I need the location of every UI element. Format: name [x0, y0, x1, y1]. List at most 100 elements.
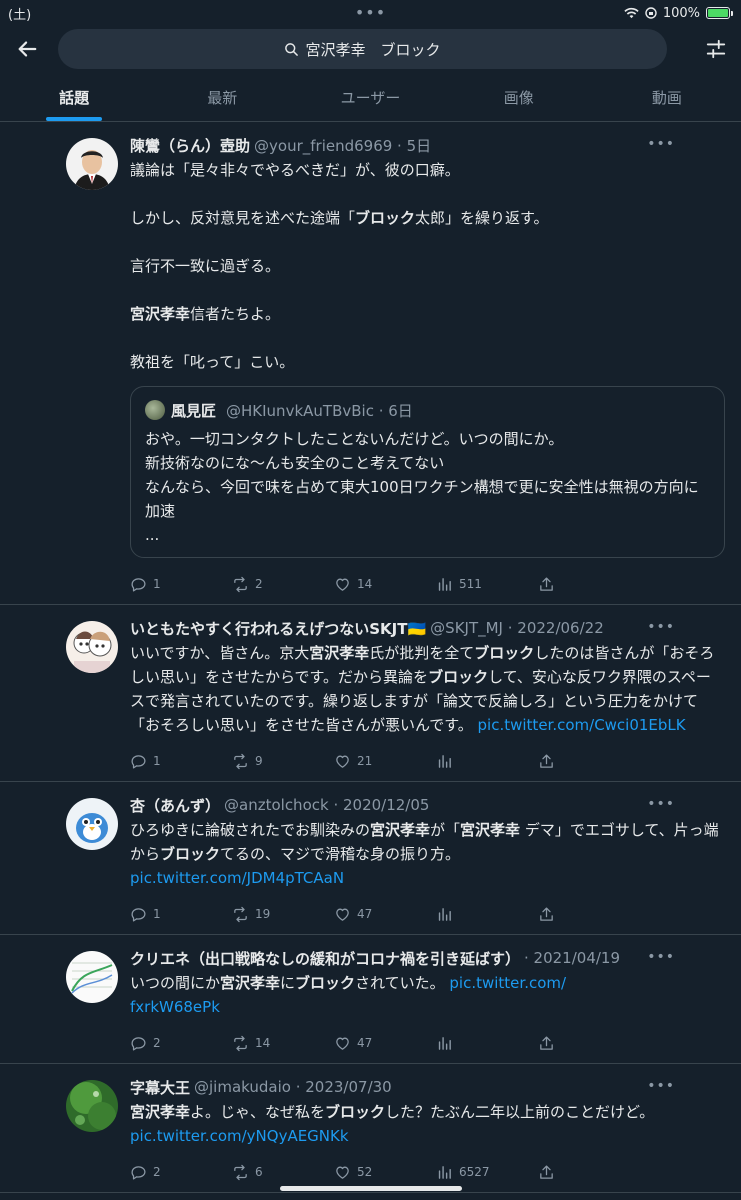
more-options-icon[interactable]: ••• — [647, 619, 675, 635]
reply-icon — [130, 753, 147, 770]
retweet-icon — [232, 1035, 249, 1052]
share-button[interactable] — [538, 576, 640, 593]
top-bar: 宮沢孝幸 ブロック — [0, 26, 741, 72]
pic-link[interactable]: pic.twitter.com/Cwci01EbLK — [478, 716, 686, 734]
like-button[interactable]: 14 — [334, 576, 436, 593]
avatar[interactable] — [66, 1080, 118, 1132]
quoted-tweet[interactable]: 風見匠 @HKIunvkAuTBvBic · 6日 おや。一切コンタクトしたことない… — [130, 386, 725, 558]
tab-images[interactable]: 画像 — [445, 74, 593, 121]
share-icon — [538, 1035, 555, 1052]
retweet-count: 6 — [255, 1165, 263, 1179]
avatar[interactable] — [66, 798, 118, 850]
tab-videos[interactable]: 動画 — [593, 74, 741, 121]
views-icon — [436, 576, 453, 593]
avatar[interactable] — [66, 138, 118, 190]
reply-button[interactable]: 1 — [130, 753, 232, 770]
more-options-icon[interactable]: ••• — [647, 136, 675, 152]
avatar — [145, 400, 165, 420]
reply-icon — [130, 1035, 147, 1052]
like-count: 14 — [357, 577, 373, 591]
battery-percent: 100% — [662, 5, 700, 21]
like-icon — [334, 753, 351, 770]
share-button[interactable] — [538, 753, 640, 770]
like-button[interactable]: 47 — [334, 1035, 436, 1052]
tweet-text: いつの間にか宮沢孝幸にブロックされていた。 pic.twitter.com/ f… — [130, 974, 567, 1016]
search-icon — [285, 42, 299, 56]
home-indicator[interactable] — [279, 1186, 462, 1191]
like-button[interactable]: 52 — [334, 1164, 436, 1181]
retweet-count: 19 — [255, 907, 271, 921]
wifi-icon — [624, 7, 639, 19]
pic-link[interactable]: pic.twitter.com/yNQyAEGNKk — [130, 1127, 349, 1145]
share-button[interactable] — [538, 1164, 640, 1181]
like-button[interactable]: 21 — [334, 753, 436, 770]
tweet[interactable]: ••• 字幕大王 @jimakudaio · 2023/07/30 宮沢孝幸よ。じゃ、… — [0, 1064, 741, 1193]
retweet-button[interactable]: 9 — [232, 753, 334, 770]
status-bar: (土) ••• 100% — [0, 0, 741, 26]
display-name[interactable]: 杏（あんず） — [130, 795, 220, 816]
reply-button[interactable]: 2 — [130, 1164, 232, 1181]
views-icon — [436, 906, 453, 923]
tweet[interactable]: ••• クリエネ（出口戦略なしの緩和がコロナ禍を引き延ばす） · 2021/04/1… — [0, 935, 741, 1064]
avatar[interactable] — [66, 621, 118, 673]
search-input[interactable]: 宮沢孝幸 ブロック — [58, 29, 667, 69]
avatar[interactable] — [66, 951, 118, 1003]
views-button[interactable] — [436, 753, 538, 770]
orientation-lock-icon — [645, 7, 657, 19]
like-count: 52 — [357, 1165, 373, 1179]
views-button[interactable] — [436, 906, 538, 923]
more-options-icon[interactable]: ••• — [647, 949, 675, 965]
tweet-actions: 1 2 14 511 — [130, 564, 725, 604]
tab-latest[interactable]: 最新 — [148, 74, 296, 121]
views-icon — [436, 753, 453, 770]
share-icon — [538, 906, 555, 923]
views-button[interactable]: 511 — [436, 576, 538, 593]
retweet-button[interactable]: 19 — [232, 906, 334, 923]
tab-top[interactable]: 話題 — [0, 74, 148, 121]
share-icon — [538, 1164, 555, 1181]
like-button[interactable]: 47 — [334, 906, 436, 923]
reply-icon — [130, 576, 147, 593]
search-tabs: 話題 最新 ユーザー 画像 動画 — [0, 74, 741, 122]
retweet-count: 2 — [255, 577, 263, 591]
display-name[interactable]: クリエネ（出口戦略なしの緩和がコロナ禍を引き延ばす） — [130, 948, 520, 969]
filter-settings-icon[interactable] — [701, 34, 731, 64]
more-options-icon[interactable]: ••• — [647, 796, 675, 812]
reply-count: 1 — [153, 754, 161, 768]
reply-button[interactable]: 2 — [130, 1035, 232, 1052]
retweet-button[interactable]: 14 — [232, 1035, 334, 1052]
views-icon — [436, 1035, 453, 1052]
reply-icon — [130, 906, 147, 923]
multitask-dots-icon[interactable]: ••• — [355, 3, 386, 22]
retweet-button[interactable]: 6 — [232, 1164, 334, 1181]
tab-users[interactable]: ユーザー — [296, 74, 444, 121]
tweet-text: ひろゆきに論破されたでお馴染みの宮沢孝幸が「宮沢孝幸 デマ」でエゴサして、片っ端… — [130, 821, 719, 887]
display-name[interactable]: 陳鸞（らん）壺助 — [130, 135, 250, 156]
retweet-button[interactable]: 2 — [232, 576, 334, 593]
tweet-text: 宮沢孝幸よ。じゃ、なぜ私をブロックした？たぶん二年以上前のことだけど。 pic.… — [130, 1103, 660, 1145]
share-icon — [538, 753, 555, 770]
views-button[interactable]: 6527 — [436, 1164, 538, 1181]
share-button[interactable] — [538, 1035, 640, 1052]
reply-button[interactable]: 1 — [130, 906, 232, 923]
more-options-icon[interactable]: ••• — [647, 1078, 675, 1094]
reply-button[interactable]: 1 — [130, 576, 232, 593]
tweet[interactable]: ••• 杏（あんず） @anztolchock · 2020/12/05 ひろゆきに論… — [0, 782, 741, 935]
reply-count: 2 — [153, 1165, 161, 1179]
quote-display-name: 風見匠 — [171, 401, 217, 420]
tweet-actions: 1 19 47 — [130, 894, 725, 934]
tweet[interactable]: ••• 陳鸞（らん）壺助 @your_friend6969 · 5日 議論は「是々非々… — [0, 122, 741, 605]
tweet[interactable]: ••• いともたやすく行われるえげつないSKJT🇺🇦 @SKJT_MJ · 2022… — [0, 605, 741, 782]
reply-count: 1 — [153, 907, 161, 921]
display-name[interactable]: 字幕大王 — [130, 1077, 190, 1098]
retweet-count: 14 — [255, 1036, 271, 1050]
tweet-text: いいですか、皆さん。京大宮沢孝幸氏が批判を全てブロックしたのは皆さんが「おそろし… — [130, 644, 715, 734]
share-icon — [538, 576, 555, 593]
views-button[interactable] — [436, 1035, 538, 1052]
pic-link[interactable]: pic.twitter.com/JDM4pTCAaN — [130, 869, 344, 887]
like-icon — [334, 906, 351, 923]
back-arrow-icon[interactable] — [12, 34, 42, 64]
handle-and-date: @your_friend6969 · 5日 — [254, 136, 432, 155]
display-name[interactable]: いともたやすく行われるえげつないSKJT🇺🇦 — [130, 618, 426, 639]
share-button[interactable] — [538, 906, 640, 923]
